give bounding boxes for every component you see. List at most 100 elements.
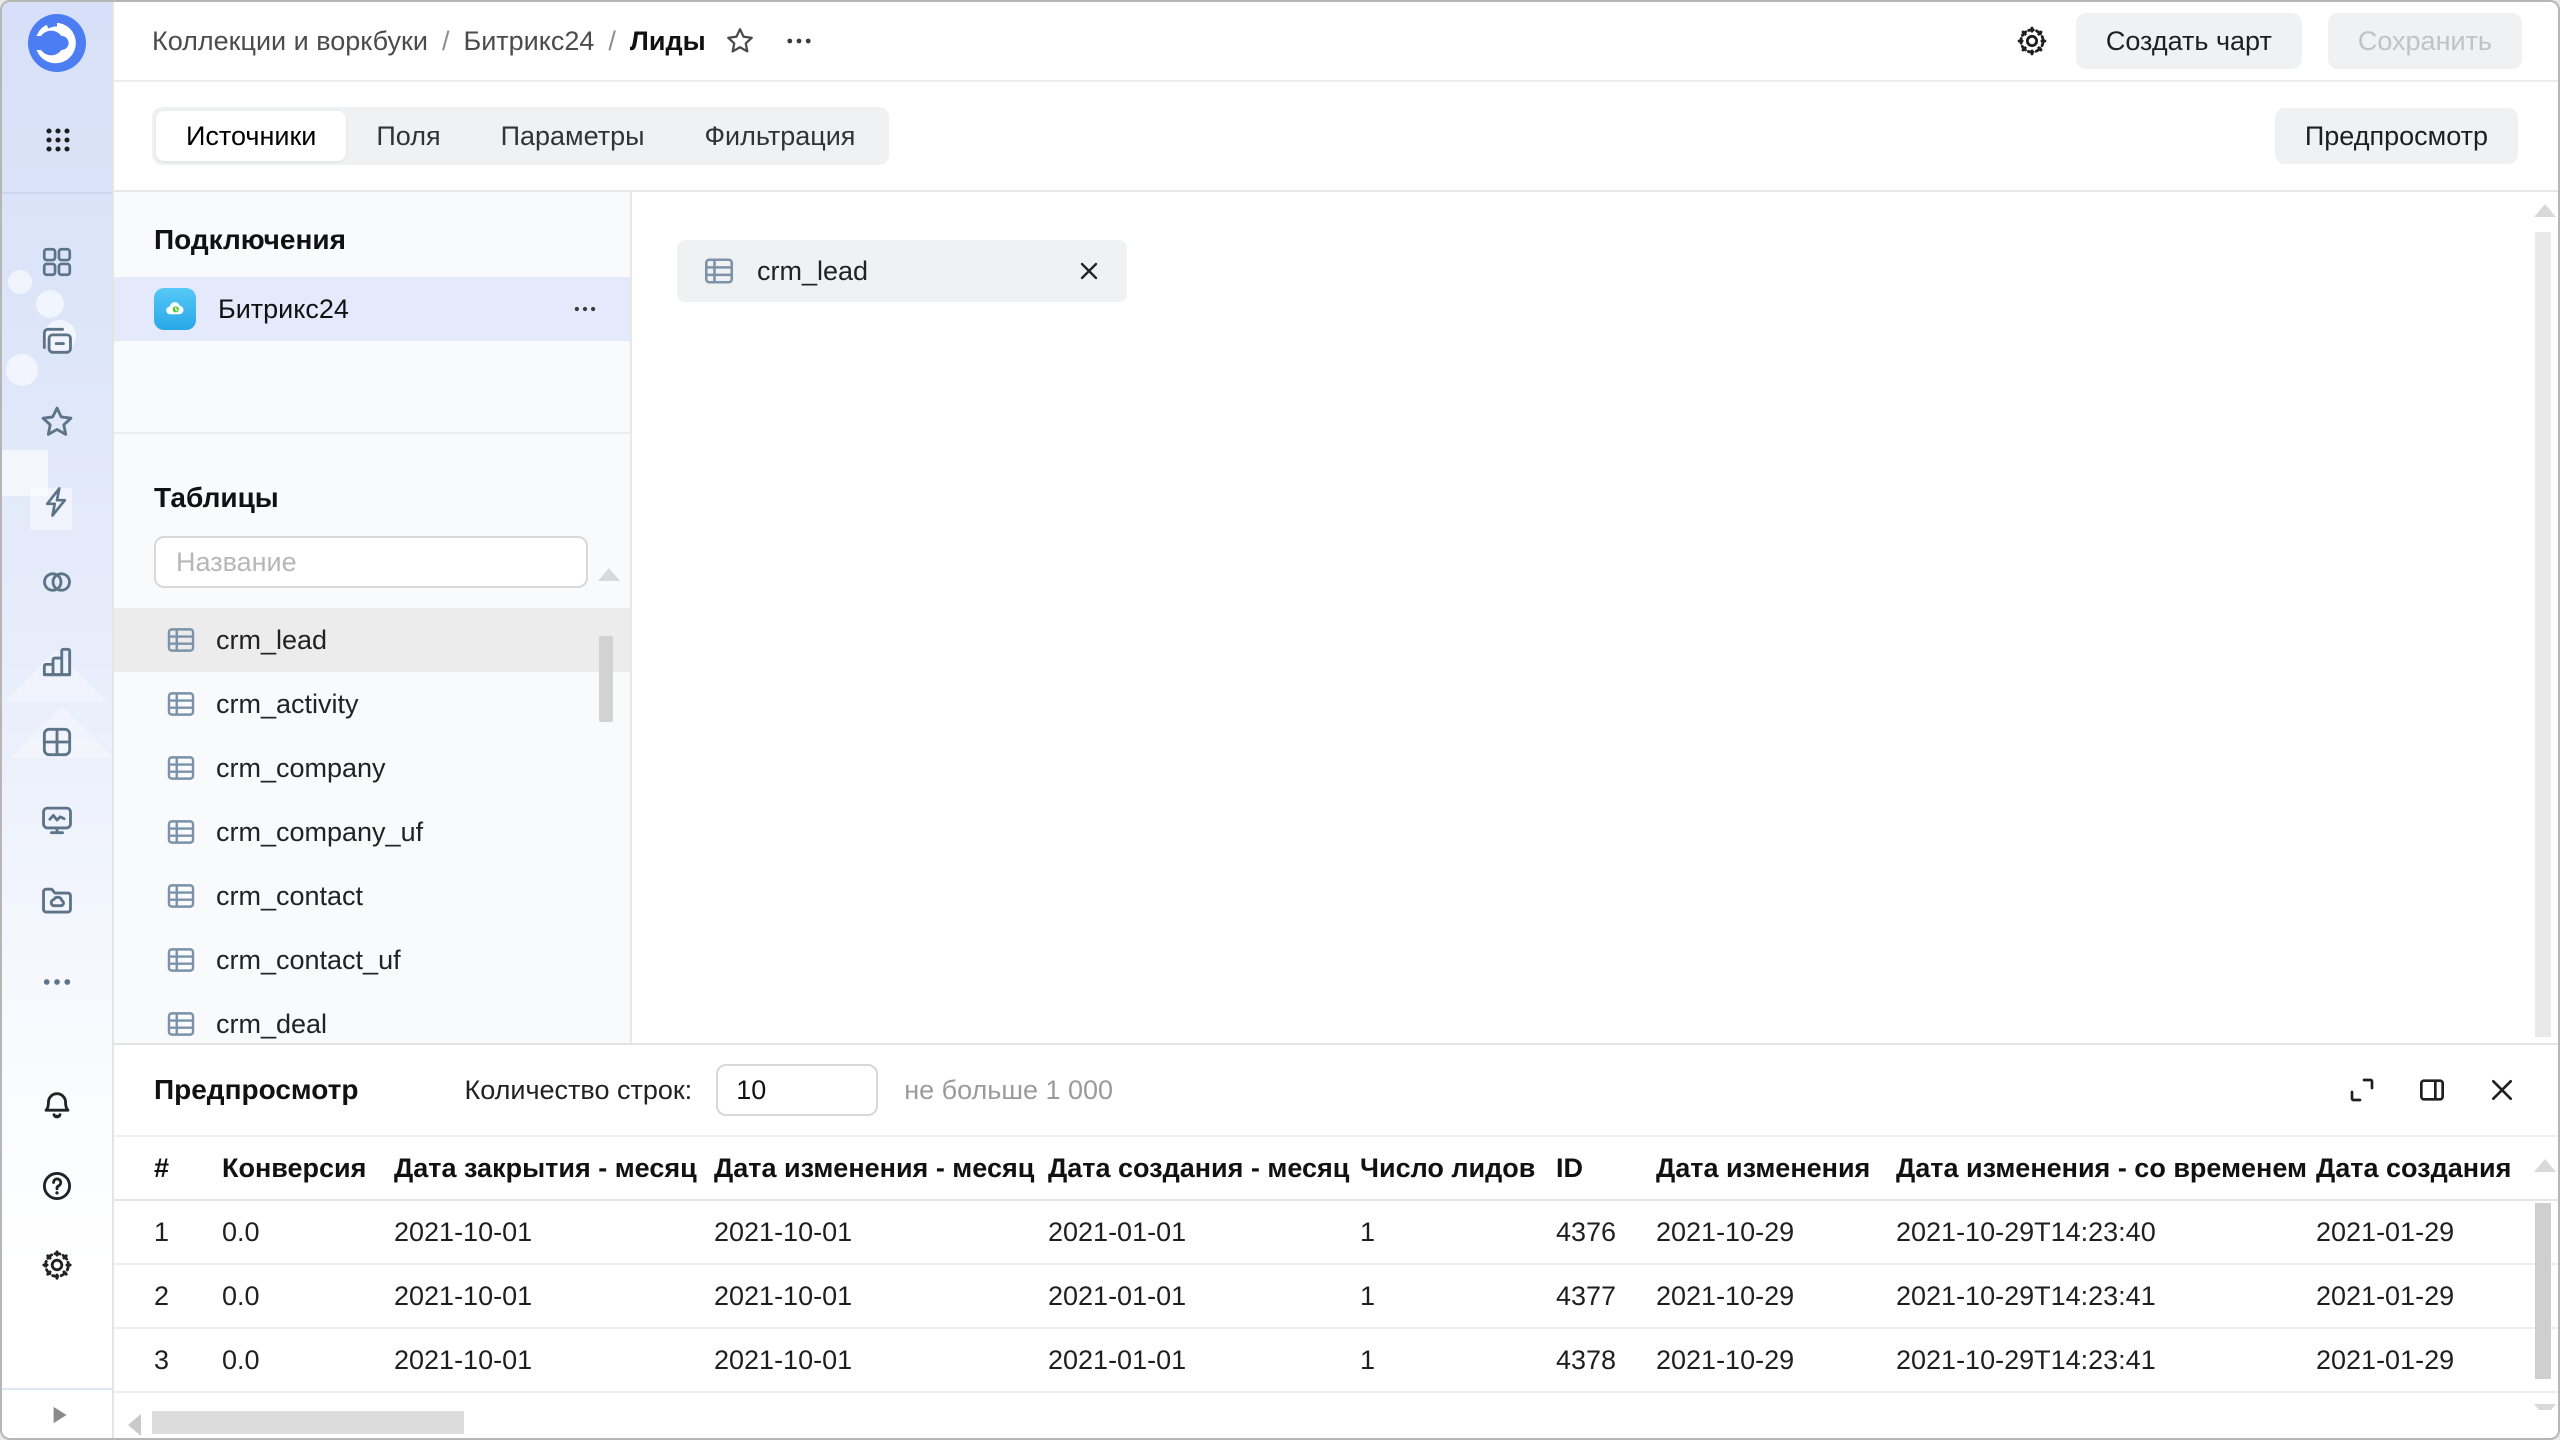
scrollbar-thumb[interactable]: [2535, 232, 2551, 1037]
cell: 2021-10-29T14:23:41: [1896, 1345, 2316, 1376]
cell: 2021-01-01: [1048, 1217, 1360, 1248]
breadcrumb-collections-link[interactable]: Коллекции и воркбуки: [152, 26, 428, 57]
nav-connections-circles-icon[interactable]: [38, 563, 76, 601]
table-icon: [701, 253, 737, 289]
source-chip-crm-lead[interactable]: crm_lead: [677, 240, 1127, 302]
scrollbar-thumb[interactable]: [152, 1411, 464, 1434]
sources-canvas: crm_lead: [632, 192, 2558, 1043]
more-actions-icon[interactable]: [782, 24, 816, 58]
expand-sidebar-icon[interactable]: [46, 1402, 72, 1428]
preview-panel: Предпросмотр Количество строк: не больше…: [114, 1043, 2558, 1438]
column-header: ID: [1556, 1153, 1656, 1184]
breadcrumb-workbook-link[interactable]: Битрикс24: [463, 26, 594, 57]
tab-filtering[interactable]: Фильтрация: [675, 111, 886, 161]
save-button[interactable]: Сохранить: [2328, 13, 2522, 69]
scroll-up-icon[interactable]: [598, 568, 620, 581]
table-item-crm-contact-uf[interactable]: crm_contact_uf: [114, 928, 630, 992]
connection-more-icon[interactable]: [570, 294, 600, 324]
cell: 1: [1360, 1281, 1556, 1312]
preview-table: # Конверсия Дата закрытия - месяц Дата и…: [114, 1135, 2558, 1410]
table-item-crm-contact[interactable]: crm_contact: [114, 864, 630, 928]
notifications-bell-icon[interactable]: [39, 1088, 75, 1124]
help-question-icon[interactable]: [39, 1168, 75, 1204]
tab-sources[interactable]: Источники: [156, 111, 346, 161]
breadcrumb: Коллекции и воркбуки / Битрикс24 / Лиды: [152, 26, 706, 57]
close-preview-icon[interactable]: [2486, 1074, 2518, 1106]
preview-table-row: 3 0.0 2021-10-01 2021-10-01 2021-01-01 1…: [114, 1329, 2558, 1393]
nav-dataset-grid-icon[interactable]: [38, 723, 76, 761]
remove-source-close-icon[interactable]: [1075, 257, 1103, 285]
source-chip-label: crm_lead: [757, 256, 868, 287]
table-item-crm-company[interactable]: crm_company: [114, 736, 630, 800]
table-icon: [164, 879, 198, 913]
datalens-logo-icon[interactable]: [28, 14, 86, 72]
scrollbar-thumb[interactable]: [2535, 1203, 2551, 1379]
dataset-settings-gear-icon[interactable]: [2014, 23, 2050, 59]
nav-squares-icon[interactable]: [39, 244, 75, 280]
table-item-crm-activity[interactable]: crm_activity: [114, 672, 630, 736]
tables-search-input[interactable]: [154, 536, 588, 588]
cell: 2: [154, 1281, 222, 1312]
scrollbar-thumb[interactable]: [599, 636, 613, 722]
table-item-crm-lead[interactable]: crm_lead: [114, 608, 630, 672]
nav-more-ellipsis-icon[interactable]: [38, 963, 76, 1001]
cell: 1: [154, 1217, 222, 1248]
connections-section: Подключения Битрикс24: [114, 192, 630, 434]
nav-monitor-pulse-icon[interactable]: [38, 801, 76, 839]
row-limit-hint: не больше 1 000: [904, 1075, 1113, 1106]
connection-name: Битрикс24: [218, 294, 349, 325]
table-item-crm-company-uf[interactable]: crm_company_uf: [114, 800, 630, 864]
tab-fields[interactable]: Поля: [346, 111, 470, 161]
top-bar: Коллекции и воркбуки / Битрикс24 / Лиды: [114, 2, 2558, 82]
canvas-vertical-scrollbar[interactable]: [2534, 204, 2552, 1037]
scroll-up-icon[interactable]: [2534, 1159, 2556, 1172]
cell: 2021-10-01: [714, 1217, 1048, 1248]
cell: 0.0: [222, 1217, 394, 1248]
tab-parameters[interactable]: Параметры: [471, 111, 675, 161]
column-header: Число лидов: [1360, 1153, 1556, 1184]
nav-folder-cloud-icon[interactable]: [38, 881, 76, 919]
scroll-left-icon[interactable]: [128, 1414, 141, 1436]
connections-title: Подключения: [114, 192, 630, 256]
expand-preview-icon[interactable]: [2346, 1074, 2378, 1106]
sidebar-divider: [2, 192, 112, 194]
topbar-actions: Создать чарт Сохранить: [2014, 13, 2522, 69]
table-icon: [164, 623, 198, 657]
cell: 4378: [1556, 1345, 1656, 1376]
preview-table-header-row: # Конверсия Дата закрытия - месяц Дата и…: [114, 1137, 2558, 1201]
scroll-up-icon[interactable]: [2534, 204, 2556, 217]
tabs-group: Источники Поля Параметры Фильтрация: [152, 107, 889, 165]
nav-favorites-star-icon[interactable]: [38, 403, 76, 441]
tables-title: Таблицы: [114, 434, 630, 514]
dock-right-panel-icon[interactable]: [2416, 1074, 2448, 1106]
nav-lightning-icon[interactable]: [39, 484, 75, 520]
nav-collections-icon[interactable]: [38, 323, 76, 361]
preview-toggle-button[interactable]: Предпросмотр: [2275, 108, 2518, 164]
cell: 2021-10-01: [714, 1345, 1048, 1376]
settings-gear-icon[interactable]: [39, 1247, 75, 1283]
connection-item-bitrix24[interactable]: Битрикс24: [114, 277, 630, 341]
cell: 2021-10-01: [394, 1281, 714, 1312]
column-header: Дата создания: [2316, 1153, 2556, 1184]
breadcrumb-current-page: Лиды: [630, 26, 706, 57]
column-header: Дата создания - месяц: [1048, 1153, 1360, 1184]
breadcrumb-separator: /: [442, 26, 450, 57]
table-icon: [164, 943, 198, 977]
preview-horizontal-scrollbar[interactable]: [114, 1410, 2558, 1438]
create-chart-button[interactable]: Создать чарт: [2076, 13, 2302, 69]
cell: 0.0: [222, 1281, 394, 1312]
cell: 2021-10-01: [394, 1345, 714, 1376]
preview-vertical-scrollbar[interactable]: [2534, 1145, 2552, 1407]
datalens-dataset-editor-window: Коллекции и воркбуки / Битрикс24 / Лиды: [0, 0, 2560, 1440]
cell: 1: [1360, 1217, 1556, 1248]
favorite-star-icon[interactable]: [724, 25, 756, 57]
tables-list: crm_lead crm_activity crm_company c: [114, 608, 630, 1056]
column-header: Дата изменения - месяц: [714, 1153, 1048, 1184]
apps-grid-icon[interactable]: [40, 122, 76, 158]
dataset-tab-bar: Источники Поля Параметры Фильтрация Пред…: [114, 82, 2558, 192]
nav-barchart-icon[interactable]: [38, 643, 76, 681]
sources-left-panel: Подключения Битрикс24: [114, 192, 632, 1043]
row-count-input[interactable]: [716, 1064, 878, 1116]
breadcrumb-separator: /: [608, 26, 616, 57]
cell: 2021-10-01: [714, 1281, 1048, 1312]
